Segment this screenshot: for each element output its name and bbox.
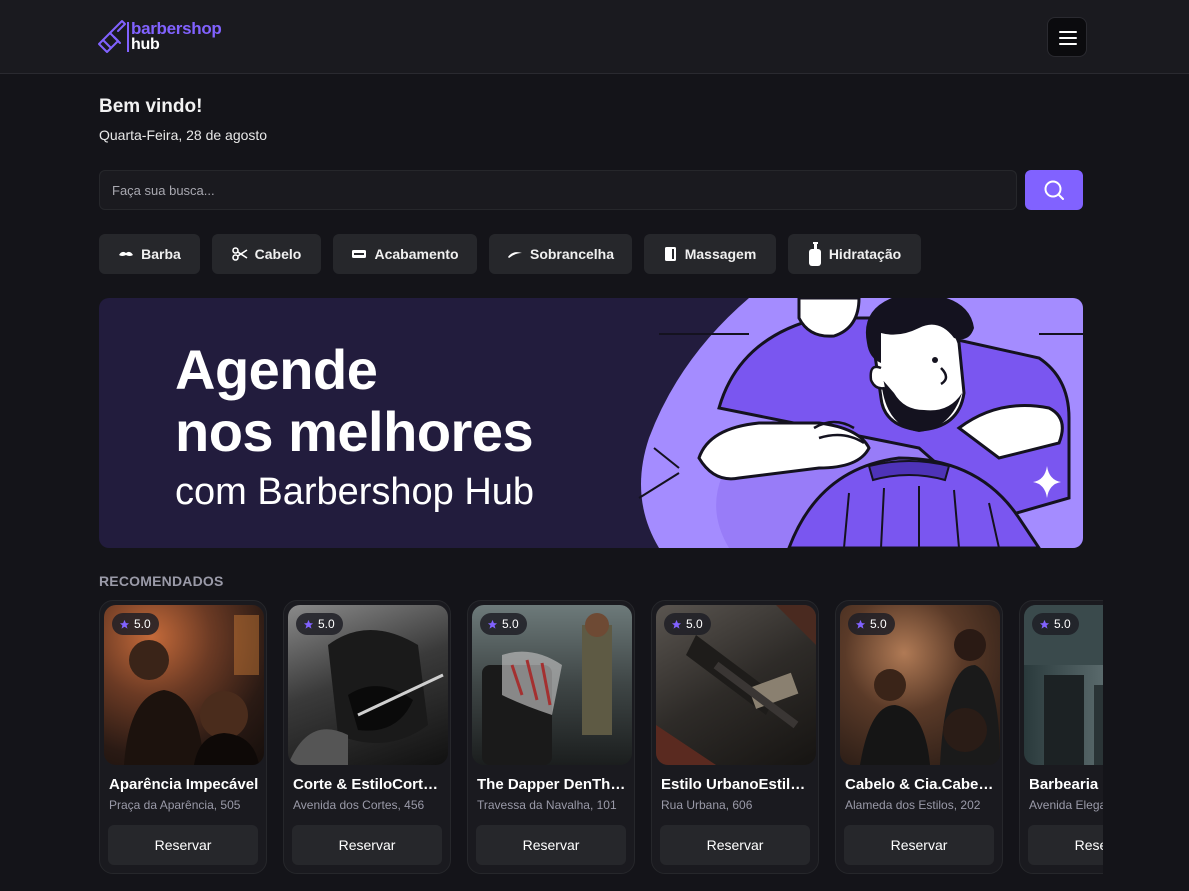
rating-badge: 5.0: [1032, 613, 1079, 635]
mustache-icon: [119, 251, 134, 256]
rating-badge: 5.0: [112, 613, 159, 635]
barbershop-name: Barbearia Elegance: [1029, 776, 1103, 793]
reserve-button[interactable]: Reservar: [660, 825, 810, 865]
logo-text-hub: hub: [131, 36, 160, 53]
logo-divider: [127, 22, 129, 52]
barbershop-image: 5.0: [472, 605, 632, 765]
category-acabamento[interactable]: Acabamento: [333, 234, 477, 274]
category-massagem[interactable]: Massagem: [644, 234, 776, 274]
barbershop-image: 5.0: [656, 605, 816, 765]
barbershop-card[interactable]: 5.0 Estilo UrbanoEstilo Urbano Rua Urban…: [651, 600, 819, 874]
eyebrow-icon: [507, 252, 522, 258]
barbershop-card[interactable]: 5.0 Cabelo & Cia.Cabelo & Cia. Alameda d…: [835, 600, 1003, 874]
barbershop-name: Corte & EstiloCorte & Estilo: [293, 776, 445, 793]
barbershop-name: The Dapper DenThe Dapper Den: [477, 776, 629, 793]
current-date: Quarta-Feira, 28 de agosto: [99, 127, 268, 143]
welcome-title: Bem vindo!: [99, 96, 203, 117]
barbershop-address: Alameda dos Estilos, 202: [845, 798, 981, 812]
top-header: barbershop hub: [0, 0, 1189, 74]
star-icon: [1039, 619, 1050, 629]
barbershop-image: 5.0: [1024, 605, 1103, 765]
barbershop-name: Aparência Impecável: [109, 776, 259, 793]
reserve-button[interactable]: Reservar: [108, 825, 258, 865]
barbershop-name: Cabelo & Cia.Cabelo & Cia.: [845, 776, 997, 793]
reserve-button[interactable]: Reservar: [844, 825, 994, 865]
star-icon: [303, 619, 314, 629]
logo[interactable]: barbershop hub: [96, 18, 226, 58]
hamburger-menu-icon-line: [1059, 43, 1077, 45]
reserve-button[interactable]: Reservar: [292, 825, 442, 865]
rating-value: 5.0: [686, 617, 703, 631]
promo-banner: Agende nos melhores com Barbershop Hub: [99, 298, 1083, 548]
rating-value: 5.0: [318, 617, 335, 631]
banner-heading-line2: nos melhores: [175, 400, 534, 463]
rating-badge: 5.0: [664, 613, 711, 635]
hamburger-menu-icon: [1059, 31, 1077, 33]
recommended-section-title: RECOMENDADOS: [99, 573, 224, 589]
reserve-button[interactable]: Reservar: [476, 825, 626, 865]
search-input[interactable]: [99, 170, 1017, 210]
rating-value: 5.0: [502, 617, 519, 631]
category-label: Cabelo: [254, 246, 302, 262]
category-label: Barba: [141, 246, 181, 262]
rating-value: 5.0: [134, 617, 151, 631]
search-button[interactable]: [1025, 170, 1083, 210]
barbershop-card[interactable]: 5.0 Aparência Impecável Praça da Aparênc…: [99, 600, 267, 874]
star-icon: [487, 619, 498, 629]
banner-subheading: com Barbershop Hub: [175, 471, 535, 513]
search-icon: [1044, 180, 1064, 200]
rating-value: 5.0: [870, 617, 887, 631]
rating-badge: 5.0: [480, 613, 527, 635]
barbershop-card[interactable]: 5.0 The Dapper DenThe Dapper Den Travess…: [467, 600, 635, 874]
rating-badge: 5.0: [296, 613, 343, 635]
scissors-icon: [231, 247, 248, 261]
barbershop-address: Avenida Elegante, 303: [1029, 798, 1103, 812]
menu-button[interactable]: [1047, 17, 1087, 57]
barbershop-image: 5.0: [840, 605, 1000, 765]
razor-icon: [352, 250, 367, 258]
star-icon: [671, 619, 682, 629]
barbershop-name: Estilo UrbanoEstilo Urbano: [661, 776, 813, 793]
reserve-button[interactable]: Reservar: [1028, 825, 1103, 865]
razor-logo-icon: [98, 20, 126, 53]
barbershop-image: 5.0: [288, 605, 448, 765]
barbershop-address: Praça da Aparência, 505: [109, 798, 241, 812]
barbershop-card[interactable]: 5.0 Corte & EstiloCorte & Estilo Avenida…: [283, 600, 451, 874]
category-sobrancelha[interactable]: Sobrancelha: [489, 234, 632, 274]
category-label: Acabamento: [374, 246, 459, 262]
category-label: Hidratação: [828, 246, 902, 262]
banner-heading-line1: Agende: [175, 338, 378, 401]
towel-icon: [664, 247, 676, 261]
barbershop-card[interactable]: 5.0 Barbearia Elegance Avenida Elegante,…: [1019, 600, 1103, 874]
recommended-carousel[interactable]: 5.0 Aparência Impecável Praça da Aparênc…: [99, 600, 1103, 875]
hamburger-menu-icon-line: [1059, 37, 1077, 39]
category-cabelo[interactable]: Cabelo: [212, 234, 321, 274]
rating-badge: 5.0: [848, 613, 895, 635]
category-label: Sobrancelha: [529, 246, 615, 262]
barbershop-image: 5.0: [104, 605, 264, 765]
barbershop-address: Travessa da Navalha, 101: [477, 798, 617, 812]
barbershop-address: Avenida dos Cortes, 456: [293, 798, 425, 812]
barbershop-address: Rua Urbana, 606: [661, 798, 753, 812]
rating-value: 5.0: [1054, 617, 1071, 631]
category-hidratacao[interactable]: Hidratação: [788, 234, 921, 274]
star-icon: [855, 619, 866, 629]
lotion-bottle-icon: [808, 242, 821, 266]
category-label: Massagem: [684, 246, 757, 262]
star-icon: [119, 619, 130, 629]
category-barba[interactable]: Barba: [99, 234, 200, 274]
barber-illustration: [638, 298, 1083, 548]
